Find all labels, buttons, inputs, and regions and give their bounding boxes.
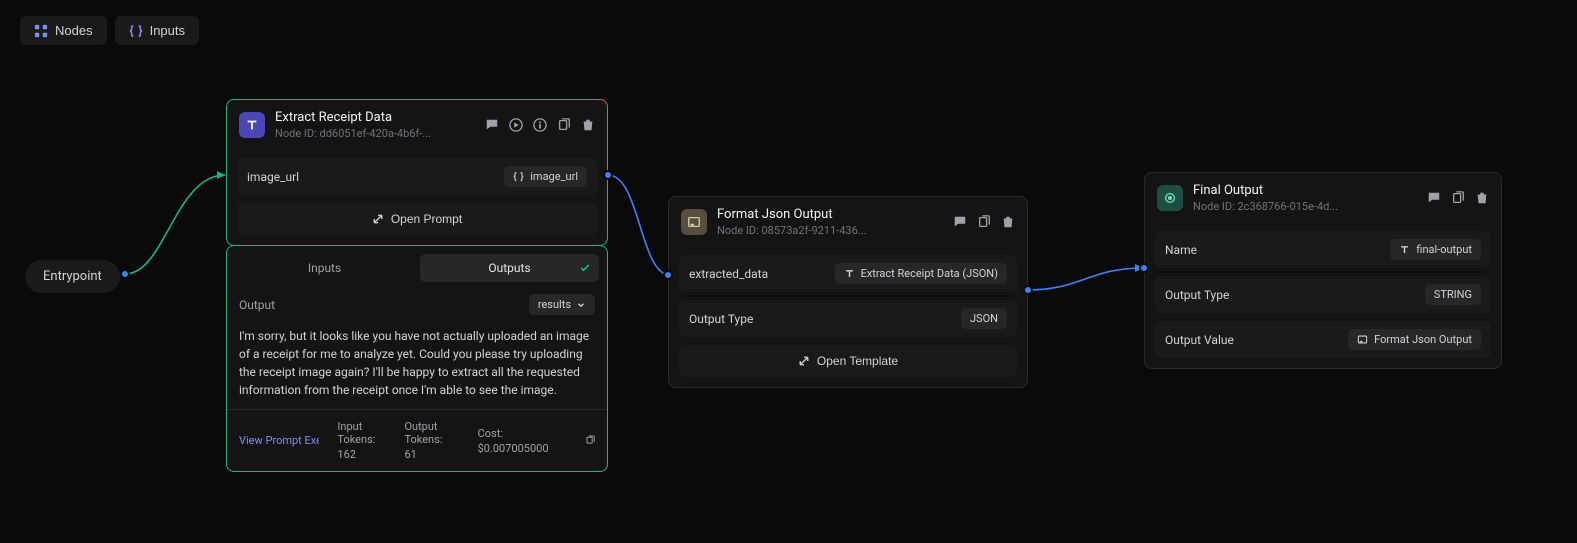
extract-out-port[interactable] [603, 170, 613, 180]
name-row: Name final-output [1155, 231, 1491, 268]
output-value-row: Output Value Format Json Output [1155, 321, 1491, 358]
output-label: Output [239, 298, 275, 312]
output-type-row: Output Type STRING [1155, 276, 1491, 313]
format-in-port[interactable] [663, 270, 673, 280]
node-title: Final Output [1193, 183, 1417, 198]
comment-icon[interactable] [953, 215, 967, 229]
entrypoint-node[interactable]: Entrypoint [25, 260, 120, 293]
trash-icon[interactable] [581, 118, 595, 132]
check-icon [579, 262, 591, 274]
node-title: Extract Receipt Data [275, 110, 475, 125]
result-text: I'm sorry, but it looks like you have no… [227, 323, 607, 410]
name-label: Name [1165, 243, 1197, 257]
output-type-row: Output Type JSON [679, 300, 1017, 337]
output-value-chip[interactable]: Format Json Output [1348, 329, 1481, 350]
cost-stat: Cost: $0.007005000 [478, 427, 549, 455]
copy-output-icon[interactable] [585, 434, 595, 448]
results-selector[interactable]: results [529, 294, 595, 315]
input-tokens-stat: Input Tokens: 162 [337, 420, 386, 461]
entrypoint-out-port[interactable] [120, 269, 130, 279]
open-template-button[interactable]: Open Template [679, 345, 1017, 377]
node-id: Node ID: 2c368766-015e-4d... [1193, 200, 1417, 213]
param-label: image_url [247, 170, 299, 184]
template-icon [681, 209, 707, 235]
param-chip[interactable]: image_url [504, 166, 587, 187]
output-value-label: Output Value [1165, 333, 1234, 347]
output-tokens-stat: Output Tokens: 61 [404, 420, 459, 461]
info-icon[interactable] [533, 118, 547, 132]
extract-results-panel: Inputs Outputs Output results I'm sorry,… [226, 245, 608, 472]
trash-icon[interactable] [1001, 215, 1015, 229]
node-final-output[interactable]: Final Output Node ID: 2c368766-015e-4d..… [1144, 172, 1502, 369]
param-row-extracted-data: extracted_data Extract Receipt Data (JSO… [679, 255, 1017, 292]
output-type-chip: STRING [1425, 284, 1481, 305]
trash-icon[interactable] [1475, 191, 1489, 205]
entrypoint-label: Entrypoint [43, 269, 102, 284]
text-icon [239, 112, 265, 138]
node-extract-receipt[interactable]: Extract Receipt Data Node ID: dd6051ef-4… [226, 99, 608, 246]
output-type-label: Output Type [1165, 288, 1229, 302]
param-row-image-url: image_url image_url [237, 158, 597, 195]
final-in-port[interactable] [1139, 263, 1149, 273]
node-id: Node ID: 08573a2f-9211-436... [717, 224, 943, 237]
node-format-json[interactable]: Format Json Output Node ID: 08573a2f-921… [668, 196, 1028, 388]
copy-icon[interactable] [557, 118, 571, 132]
open-prompt-button[interactable]: Open Prompt [237, 203, 597, 235]
tab-outputs[interactable]: Outputs [420, 254, 599, 282]
copy-icon[interactable] [1451, 191, 1465, 205]
node-id: Node ID: dd6051ef-420a-4b6f-... [275, 127, 475, 140]
format-out-port[interactable] [1023, 285, 1033, 295]
output-type-label: Output Type [689, 312, 753, 326]
comment-icon[interactable] [485, 118, 499, 132]
param-chip[interactable]: Extract Receipt Data (JSON) [835, 263, 1007, 284]
target-icon [1157, 185, 1183, 211]
tab-inputs[interactable]: Inputs [235, 254, 414, 282]
output-type-chip: JSON [961, 308, 1007, 329]
name-chip: final-output [1390, 239, 1481, 260]
node-title: Format Json Output [717, 207, 943, 222]
copy-icon[interactable] [977, 215, 991, 229]
param-label: extracted_data [689, 267, 768, 281]
play-icon[interactable] [509, 118, 523, 132]
comment-icon[interactable] [1427, 191, 1441, 205]
view-execution-link[interactable]: View Prompt Executio [239, 434, 319, 447]
